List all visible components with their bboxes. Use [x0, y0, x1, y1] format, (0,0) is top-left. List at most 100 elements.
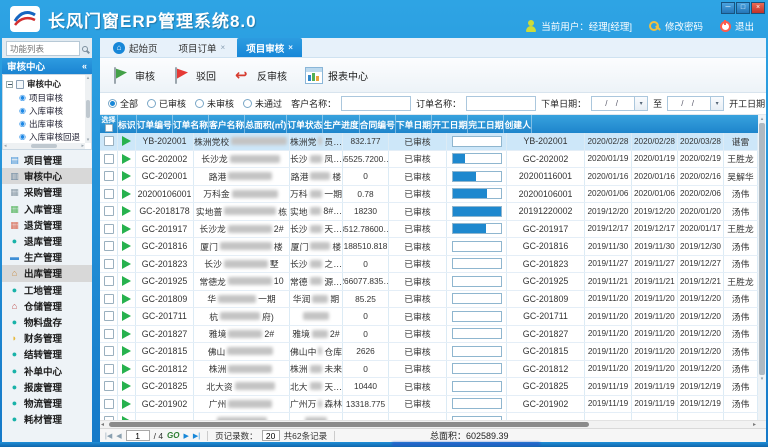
minimize-button[interactable]: ─ [721, 2, 735, 14]
page-number-input[interactable] [126, 430, 150, 441]
sidebar-menu-item[interactable]: ● 结转管理 [2, 346, 92, 362]
function-search-input[interactable] [6, 41, 80, 56]
status-radio[interactable]: 未审核 [195, 97, 234, 110]
sidebar-menu-item[interactable]: ▦ 采购管理 [2, 184, 92, 200]
prev-page-button[interactable]: ◀ [116, 432, 121, 440]
table-row[interactable] [100, 413, 758, 420]
table-row[interactable]: GC-201815 佛山 佛山中仓库 2626 已审核 GC-201815 20… [100, 343, 758, 361]
tree-item[interactable]: ◉ 入库审核回退 [6, 130, 84, 143]
select-all-header[interactable]: 选择 [100, 115, 118, 133]
table-row[interactable]: GC-201825 北大资 北大天… 10440 已审核 GC-201825 2… [100, 378, 758, 396]
sidebar-menu-item[interactable]: ● 物流管理 [2, 395, 92, 411]
row-checkbox[interactable] [104, 241, 114, 251]
row-checkbox[interactable] [104, 346, 114, 356]
tree-item[interactable]: ◉ 出库审核 [6, 117, 84, 130]
row-checkbox[interactable] [104, 311, 114, 321]
tree-root[interactable]: 审核中心 [6, 77, 84, 91]
sidebar-menu-item[interactable]: ● 退库管理 [2, 233, 92, 249]
toolbar-button[interactable]: 反审核 [234, 67, 287, 84]
row-checkbox[interactable] [104, 136, 114, 146]
grid-hscrollbar[interactable]: ◂ ▸ [100, 420, 766, 428]
toolbar-button[interactable]: 报表中心 [305, 67, 368, 84]
row-checkbox[interactable] [104, 171, 114, 181]
row-checkbox[interactable] [104, 294, 114, 304]
row-checkbox[interactable] [104, 259, 114, 269]
tab-close-icon[interactable]: × [288, 43, 293, 52]
column-header[interactable]: 完工日期 [468, 115, 504, 133]
toolbar-button[interactable]: 驳回 [173, 67, 216, 84]
toolbar-button[interactable]: 审核 [112, 67, 155, 84]
select-all-checkbox[interactable] [105, 124, 113, 132]
table-row[interactable]: GC-201812 株洲 株洲未来 0 已审核 GC-201812 2019/1… [100, 361, 758, 379]
customer-name-input[interactable] [341, 96, 411, 111]
tree-hscrollbar[interactable]: ◂▸ [3, 143, 85, 149]
row-checkbox[interactable] [104, 329, 114, 339]
table-row[interactable]: YB-202001 株洲党校 株洲党员… 832.177 已审核 YB-2020… [100, 133, 758, 151]
tree-vscrollbar[interactable]: ▴▾ [85, 75, 91, 143]
sidebar-menu-item[interactable]: ⌂ 出库管理 [2, 265, 92, 281]
table-row[interactable]: GC-201827 雅境2# 雅境2# 0 已审核 GC-201827 2019… [100, 326, 758, 344]
tab-close-icon[interactable]: × [221, 43, 226, 52]
column-header[interactable]: 创建人 [504, 115, 531, 133]
go-button[interactable]: GO [167, 431, 179, 440]
column-header[interactable]: 下单日期 [396, 115, 432, 133]
row-checkbox[interactable] [104, 364, 114, 374]
collapse-icon[interactable]: « [82, 61, 87, 71]
column-header[interactable]: 合同编号 [360, 115, 396, 133]
sidebar-menu-item[interactable]: ⌂ 仓储管理 [2, 298, 92, 314]
row-checkbox[interactable] [104, 206, 114, 216]
status-radio[interactable]: 已审核 [147, 97, 186, 110]
sidebar-menu-item[interactable]: ● 耗材管理 [2, 411, 92, 426]
table-row[interactable]: GC-201925 常德龙10 常德源… 266077.835… 已审核 GC-… [100, 273, 758, 291]
sidebar-menu-item[interactable]: ● 报废管理 [2, 379, 92, 395]
column-header[interactable]: 订单编号 [137, 115, 173, 133]
sidebar-menu-item[interactable]: ● 补单中心 [2, 362, 92, 378]
table-row[interactable]: GC-201902 广州 广州万森林 13318.775 已审核 GC-2019… [100, 396, 758, 414]
row-checkbox[interactable] [104, 189, 114, 199]
table-row[interactable]: GC-201809 华一期 华润期 85.25 已审核 GC-201809 20… [100, 291, 758, 309]
table-row[interactable]: GC-201816 厦门楼 厦门楼 188510.818 已审核 GC-2018… [100, 238, 758, 256]
table-row[interactable]: GC-202002 长沙龙 长沙凤… 65525.7200… 已审核 GC-20… [100, 151, 758, 169]
row-checkbox[interactable] [104, 399, 114, 409]
sidebar-menu-item[interactable]: ● 工地管理 [2, 282, 92, 298]
column-header[interactable]: 订单状态 [287, 115, 323, 133]
collapse-node-icon[interactable] [6, 81, 13, 88]
status-radio[interactable]: 未通过 [243, 97, 282, 110]
sidebar-menu-item[interactable]: ▤ 项目管理 [2, 152, 92, 168]
order-name-input[interactable] [466, 96, 536, 111]
scroll-left-icon[interactable]: ◂ [101, 421, 104, 428]
row-checkbox[interactable] [104, 224, 114, 234]
close-button[interactable]: × [751, 2, 765, 14]
sidebar-menu-item[interactable]: ▦ 入库管理 [2, 201, 92, 217]
tab[interactable]: ⌂ 项目审核 × [237, 38, 302, 57]
sidebar-menu-item[interactable]: ◗ 财务管理 [2, 330, 92, 346]
logout-button[interactable]: 退出 [720, 19, 754, 33]
order-date-end-picker[interactable]: / /▾ [667, 96, 724, 111]
restore-button[interactable]: □ [736, 2, 750, 14]
row-checkbox[interactable] [104, 154, 114, 164]
tab[interactable]: ⌂ 项目订单 × [170, 38, 235, 57]
splitter[interactable] [92, 38, 100, 442]
change-password-button[interactable]: 修改密码 [649, 19, 703, 33]
next-page-button[interactable]: ▶ [184, 432, 189, 440]
sidebar-menu-item[interactable]: ● 物料盘存 [2, 314, 92, 330]
column-header[interactable]: 开工日期 [432, 115, 468, 133]
column-header[interactable]: 总面积(㎡) [245, 115, 287, 133]
table-row[interactable]: GC-201917 长沙龙2# 长沙天… 8512.78600… 已审核 GC-… [100, 221, 758, 239]
page-size-input[interactable] [262, 430, 280, 441]
row-checkbox[interactable] [104, 276, 114, 286]
last-page-button[interactable]: ▶| [193, 432, 200, 440]
column-header[interactable]: 标识 [118, 115, 137, 133]
order-date-picker[interactable]: / /▾ [591, 96, 648, 111]
column-header[interactable]: 订单名称 [173, 115, 209, 133]
grid-vscrollbar[interactable]: ▴▾ [758, 115, 766, 420]
table-row[interactable]: GC-202001 路港 路港楼 0 已审核 20200116001 2020/… [100, 168, 758, 186]
scroll-right-icon[interactable]: ▸ [753, 421, 756, 428]
sidebar-menu-item[interactable]: ▬ 生产管理 [2, 249, 92, 265]
status-radio[interactable]: 全部 [108, 97, 138, 110]
hscroll-thumb[interactable] [109, 422, 589, 427]
table-row[interactable]: GC-201711 杭府) 0 已审核 GC-201711 2019/11/20… [100, 308, 758, 326]
table-row[interactable]: GC-201823 长沙墅 长沙之… 0 已审核 GC-201823 2019/… [100, 256, 758, 274]
column-header[interactable]: 客户名称 [209, 115, 245, 133]
tree-item[interactable]: ◉ 项目审核 [6, 91, 84, 104]
